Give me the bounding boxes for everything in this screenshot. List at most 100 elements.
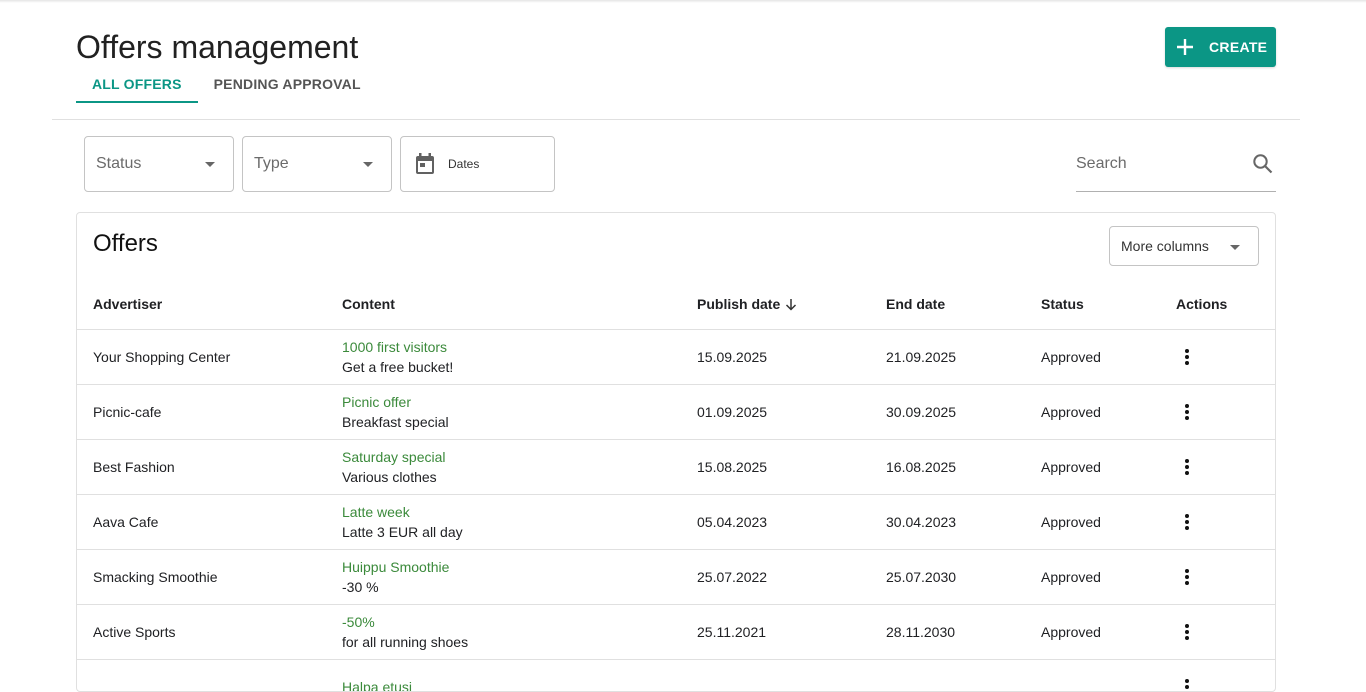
content-description: Get a free bucket! — [342, 357, 697, 377]
end-date-cell: 30.04.2023 — [886, 494, 1041, 549]
actions-cell — [1176, 494, 1275, 549]
column-header-end-date[interactable]: End date — [886, 279, 1041, 329]
status-cell: Approved — [1041, 604, 1176, 659]
actions-cell — [1176, 659, 1275, 692]
actions-cell — [1176, 329, 1275, 384]
type-filter-placeholder: Type — [243, 155, 363, 173]
table-row[interactable]: Picnic-cafe Picnic offerBreakfast specia… — [77, 384, 1275, 439]
end-date-cell: 21.09.2025 — [886, 329, 1041, 384]
table-header-row: Advertiser Content Publish date End date… — [77, 279, 1275, 329]
offers-card: Offers More columns Advertiser Content P… — [76, 212, 1276, 692]
content-cell: Picnic offerBreakfast special — [342, 384, 697, 439]
status-cell: Approved — [1041, 494, 1176, 549]
more-vert-icon[interactable] — [1176, 342, 1206, 372]
status-cell: Approved — [1041, 549, 1176, 604]
plus-icon — [1175, 37, 1195, 57]
search-icon[interactable] — [1252, 153, 1274, 175]
tab-bar: ALL OFFERS PENDING APPROVAL — [76, 66, 377, 103]
content-cell: -50%for all running shoes — [342, 604, 697, 659]
table-row[interactable]: Halpa etusi — [77, 659, 1275, 692]
publish-date-cell: 05.04.2023 — [697, 494, 886, 549]
status-cell: Approved — [1041, 384, 1176, 439]
status-filter-placeholder: Status — [85, 155, 205, 173]
column-header-actions: Actions — [1176, 279, 1275, 329]
publish-date-cell — [697, 659, 886, 692]
table-row[interactable]: Aava Cafe Latte weekLatte 3 EUR all day … — [77, 494, 1275, 549]
table-row[interactable]: Your Shopping Center 1000 first visitors… — [77, 329, 1275, 384]
actions-cell — [1176, 439, 1275, 494]
end-date-cell: 16.08.2025 — [886, 439, 1041, 494]
column-header-label: Status — [1041, 296, 1084, 312]
content-title: -50% — [342, 612, 697, 632]
content-title: Latte week — [342, 502, 697, 522]
advertiser-cell: Picnic-cafe — [77, 384, 342, 439]
top-shadow — [0, 0, 1366, 3]
dates-filter-label: Dates — [448, 157, 479, 171]
column-header-content[interactable]: Content — [342, 279, 697, 329]
advertiser-cell: Best Fashion — [77, 439, 342, 494]
column-header-label: Actions — [1176, 296, 1227, 312]
content-cell: Latte weekLatte 3 EUR all day — [342, 494, 697, 549]
column-header-label: Content — [342, 296, 395, 312]
content-description: Latte 3 EUR all day — [342, 522, 697, 542]
more-vert-icon[interactable] — [1176, 452, 1206, 482]
content-title: Halpa etusi — [342, 677, 697, 692]
more-vert-icon[interactable] — [1176, 507, 1206, 537]
actions-cell — [1176, 604, 1275, 659]
column-header-publish-date[interactable]: Publish date — [697, 279, 886, 329]
column-header-advertiser[interactable]: Advertiser — [77, 279, 342, 329]
caret-down-icon — [363, 162, 373, 167]
advertiser-cell: Active Sports — [77, 604, 342, 659]
more-vert-icon[interactable] — [1176, 562, 1206, 592]
search-input[interactable] — [1076, 155, 1246, 173]
end-date-cell: 30.09.2025 — [886, 384, 1041, 439]
create-button-label: CREATE — [1209, 39, 1267, 55]
arrow-down-icon[interactable] — [785, 298, 797, 310]
more-vert-icon[interactable] — [1176, 617, 1206, 647]
search-field — [1076, 136, 1276, 192]
advertiser-cell: Your Shopping Center — [77, 329, 342, 384]
more-vert-icon[interactable] — [1176, 397, 1206, 427]
actions-cell — [1176, 549, 1275, 604]
content-cell: 1000 first visitorsGet a free bucket! — [342, 329, 697, 384]
status-cell: Approved — [1041, 329, 1176, 384]
caret-down-icon — [1230, 245, 1240, 250]
publish-date-cell: 25.11.2021 — [697, 604, 886, 659]
content-title: Huippu Smoothie — [342, 557, 697, 577]
content-description: -30 % — [342, 577, 697, 597]
status-cell: Approved — [1041, 439, 1176, 494]
content-description: Breakfast special — [342, 412, 697, 432]
table-row[interactable]: Smacking Smoothie Huippu Smoothie-30 % 2… — [77, 549, 1275, 604]
column-header-label: Advertiser — [93, 296, 162, 312]
column-header-status[interactable]: Status — [1041, 279, 1176, 329]
end-date-cell: 28.11.2030 — [886, 604, 1041, 659]
status-cell — [1041, 659, 1176, 692]
caret-down-icon — [205, 162, 215, 167]
tab-all-offers[interactable]: ALL OFFERS — [76, 66, 198, 103]
table-row[interactable]: Active Sports -50%for all running shoes … — [77, 604, 1275, 659]
advertiser-cell — [77, 659, 342, 692]
content-cell: Halpa etusi — [342, 659, 697, 692]
end-date-cell — [886, 659, 1041, 692]
column-header-label: Publish date — [697, 296, 780, 312]
content-description: for all running shoes — [342, 632, 697, 652]
end-date-cell: 25.07.2030 — [886, 549, 1041, 604]
more-columns-select[interactable]: More columns — [1109, 226, 1259, 266]
table-row[interactable]: Best Fashion Saturday specialVarious clo… — [77, 439, 1275, 494]
tab-pending-approval[interactable]: PENDING APPROVAL — [198, 66, 377, 103]
offers-table: Advertiser Content Publish date End date… — [77, 279, 1275, 692]
actions-cell — [1176, 384, 1275, 439]
publish-date-cell: 01.09.2025 — [697, 384, 886, 439]
content-title: 1000 first visitors — [342, 337, 697, 357]
publish-date-cell: 15.08.2025 — [697, 439, 886, 494]
header-divider — [52, 119, 1300, 120]
create-button[interactable]: CREATE — [1165, 27, 1276, 67]
publish-date-cell: 15.09.2025 — [697, 329, 886, 384]
content-title: Picnic offer — [342, 392, 697, 412]
type-filter-select[interactable]: Type — [242, 136, 392, 192]
more-columns-label: More columns — [1121, 238, 1209, 254]
dates-filter-button[interactable]: Dates — [400, 136, 555, 192]
status-filter-select[interactable]: Status — [84, 136, 234, 192]
more-vert-icon[interactable] — [1176, 672, 1206, 692]
column-header-label: End date — [886, 296, 945, 312]
